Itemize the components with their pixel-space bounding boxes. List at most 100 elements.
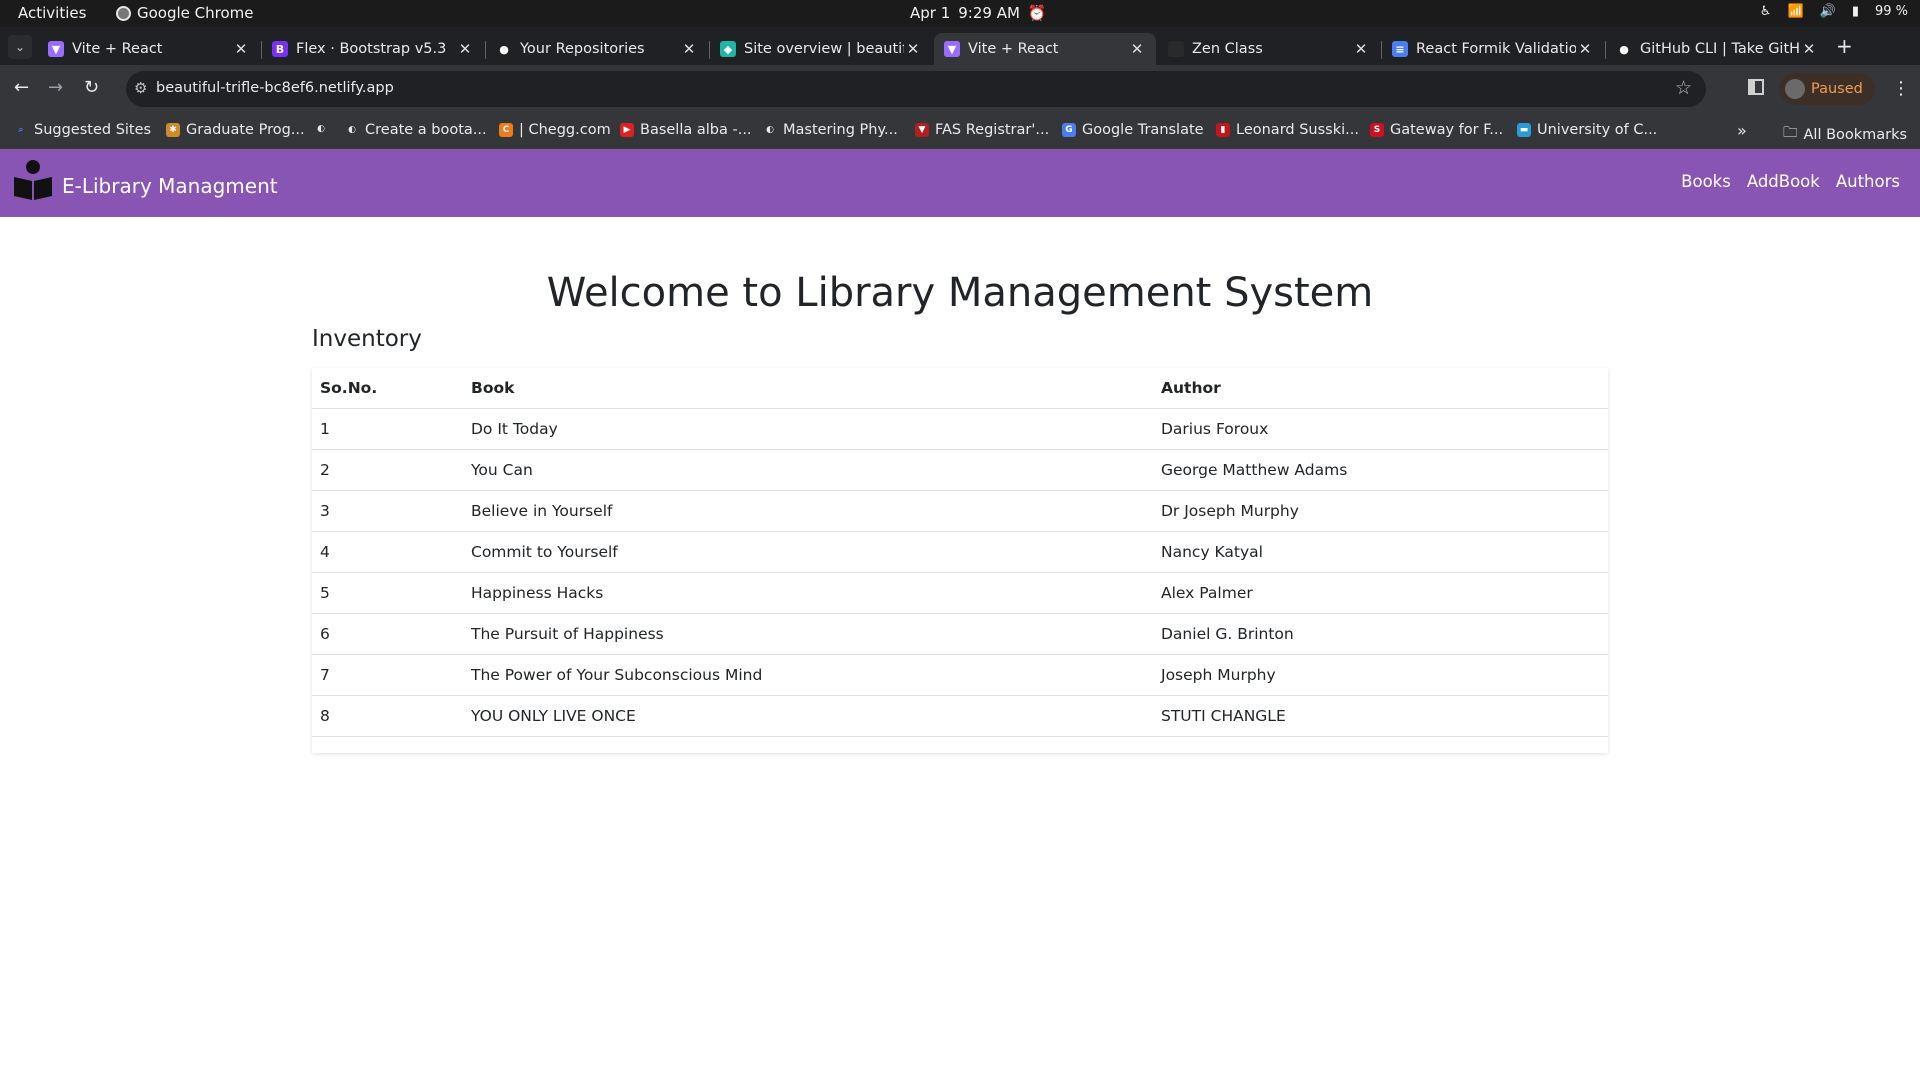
docs-icon: ≡ [1392, 41, 1408, 57]
all-bookmarks-label: All Bookmarks [1803, 126, 1908, 143]
bookmark-item[interactable]: ◐ Mastering Phy... [763, 122, 898, 138]
tab-title: React Formik Validatio [1416, 41, 1576, 57]
cell-book: The Pursuit of Happiness [463, 613, 1153, 655]
browser-tab[interactable]: ● GitHub CLI | Take GitH ✕ [1606, 33, 1828, 65]
forward-button[interactable]: → [48, 77, 63, 98]
all-bookmarks[interactable]: 🗀 All Bookmarks [1783, 122, 1907, 147]
side-panel-icon[interactable] [1748, 79, 1764, 95]
bookmark-item[interactable]: C | Chegg.com [499, 122, 611, 138]
cell-sno: 6 [312, 613, 463, 655]
close-tab-icon[interactable]: ✕ [1800, 40, 1818, 58]
cell-book: YOU ONLY LIVE ONCE [463, 695, 1153, 737]
system-tray[interactable]: ♿ 📶 🔊 ▮ 99 % [1760, 4, 1908, 19]
bookmark-item[interactable]: ✱ Graduate Prog... [166, 122, 305, 138]
bookmark-item[interactable]: ▮ Leonard Susski... [1216, 122, 1359, 138]
bookmark-label: Gateway for F... [1390, 122, 1504, 138]
cell-author: STUTI CHANGLE [1153, 695, 1608, 737]
browser-tab[interactable]: ● Your Repositories ✕ [486, 33, 708, 65]
clock[interactable]: Apr 1 9:29 AM ⏰ [910, 4, 1047, 22]
browser-tab[interactable]: ▼ Vite + React ✕ [38, 33, 260, 65]
bookmark-item[interactable]: ▬ University of C... [1517, 122, 1657, 138]
close-tab-icon[interactable]: ✕ [904, 40, 922, 58]
bookmark-item[interactable]: ▼ FAS Registrar'... [915, 122, 1049, 138]
bookmark-item[interactable]: ◐ Create a boota... [345, 122, 487, 138]
tab-search-button[interactable]: ⌄ [8, 35, 32, 59]
section-title: Inventory [312, 326, 422, 352]
column-header-book: Book [463, 368, 1153, 409]
bookmark-icon: ▼ [915, 123, 929, 137]
browser-tab[interactable]: ≡ React Formik Validatio ✕ [1382, 33, 1604, 65]
bookmark-label: Mastering Phy... [783, 122, 898, 138]
bookmark-item[interactable]: ◐ [314, 122, 334, 136]
cell-sno: 3 [312, 490, 463, 532]
browser-tab[interactable]: B Flex · Bootstrap v5.3 ✕ [262, 33, 484, 65]
close-tab-icon[interactable]: ✕ [232, 40, 250, 58]
bookmark-item[interactable]: ⌕ Suggested Sites [14, 122, 151, 138]
table-row: 6 The Pursuit of Happiness Daniel G. Brint… [312, 613, 1608, 655]
brand-title: E-Library Managment [62, 174, 278, 198]
bookmark-star-icon[interactable]: ☆ [1675, 77, 1692, 99]
cell-author: Joseph Murphy [1153, 654, 1608, 696]
browser-tab[interactable]: Zen Class ✕ [1158, 33, 1380, 65]
cell-book: Do It Today [463, 408, 1153, 450]
close-tab-icon[interactable]: ✕ [1128, 40, 1146, 58]
app-navbar: E-Library Managment Books AddBook Author… [0, 149, 1920, 217]
bookmark-item[interactable]: S Gateway for F... [1370, 122, 1503, 138]
table-row: 1 Do It Today Darius Foroux [312, 408, 1608, 450]
url-text[interactable]: beautiful-trifle-bc8ef6.netlify.app [156, 80, 394, 96]
netlify-icon: ◆ [720, 41, 736, 57]
column-header-sno: So.No. [312, 368, 463, 409]
close-tab-icon[interactable]: ✕ [1576, 40, 1594, 58]
app-menu[interactable]: Google Chrome [116, 4, 254, 22]
tab-separator [1381, 41, 1382, 59]
bookmark-icon: C [499, 123, 513, 137]
nav-addbook[interactable]: AddBook [1747, 172, 1820, 191]
os-top-bar: Activities Google Chrome Apr 1 9:29 AM ⏰… [0, 0, 1920, 27]
tab-separator [261, 41, 262, 59]
zen-icon [1168, 41, 1184, 57]
close-tab-icon[interactable]: ✕ [680, 40, 698, 58]
menu-icon[interactable]: ⋮ [1892, 78, 1910, 99]
table-row: 8 YOU ONLY LIVE ONCE STUTI CHANGLE [312, 695, 1608, 737]
nav-authors[interactable]: Authors [1836, 172, 1900, 191]
site-info-icon[interactable]: ⚙ [134, 79, 147, 97]
avatar [1785, 79, 1805, 99]
wifi-icon: 📶 [1787, 4, 1804, 19]
tab-title: Vite + React [968, 41, 1059, 57]
browser-tab[interactable]: ▼ Vite + React ✕ [934, 33, 1156, 65]
cell-book: The Power of Your Subconscious Mind [463, 654, 1153, 696]
close-tab-icon[interactable]: ✕ [1352, 40, 1370, 58]
tab-title: Vite + React [72, 41, 163, 57]
vite-icon: ▼ [944, 41, 960, 57]
browser-tab[interactable]: ◆ Site overview | beautif ✕ [710, 33, 932, 65]
table-row: 2 You Can George Matthew Adams [312, 449, 1608, 491]
profile-button[interactable]: Paused [1779, 73, 1875, 105]
app-name: Google Chrome [137, 4, 254, 22]
table-row: 3 Believe in Yourself Dr Joseph Murphy [312, 490, 1608, 532]
reload-button[interactable]: ↻ [84, 77, 99, 98]
tab-strip: ⌄ ▼ Vite + React ✕ B Flex · Bootstrap v5.3 ✕ ●… [0, 27, 1920, 65]
bookmark-icon: S [1370, 123, 1384, 137]
cell-author: Daniel G. Brinton [1153, 613, 1608, 655]
tab-separator [709, 41, 710, 59]
tab-title: Your Repositories [520, 41, 645, 57]
cell-author: Dr Joseph Murphy [1153, 490, 1608, 532]
cell-sno: 7 [312, 654, 463, 696]
bookmark-icon: ◐ [317, 124, 325, 134]
activities-button[interactable]: Activities [18, 4, 86, 22]
back-button[interactable]: ← [14, 77, 29, 98]
address-bar[interactable]: ⚙ beautiful-trifle-bc8ef6.netlify.app ☆ [126, 71, 1706, 107]
close-tab-icon[interactable]: ✕ [456, 40, 474, 58]
bookmark-label: University of C... [1537, 122, 1658, 138]
bookmark-item[interactable]: G Google Translate [1062, 122, 1204, 138]
table-row: 4 Commit to Yourself Nancy Katyal [312, 531, 1608, 573]
brand[interactable]: E-Library Managment [12, 159, 278, 201]
accessibility-icon: ♿ [1759, 4, 1772, 19]
bookmark-label: Google Translate [1082, 122, 1204, 138]
new-tab-button[interactable]: + [1836, 34, 1853, 58]
cell-sno: 5 [312, 572, 463, 614]
bookmark-item[interactable]: ▶ Basella alba -... [620, 122, 752, 138]
folder-icon: 🗀 [1783, 125, 1798, 141]
more-bookmarks-icon[interactable]: » [1737, 121, 1747, 140]
nav-books[interactable]: Books [1681, 172, 1731, 191]
